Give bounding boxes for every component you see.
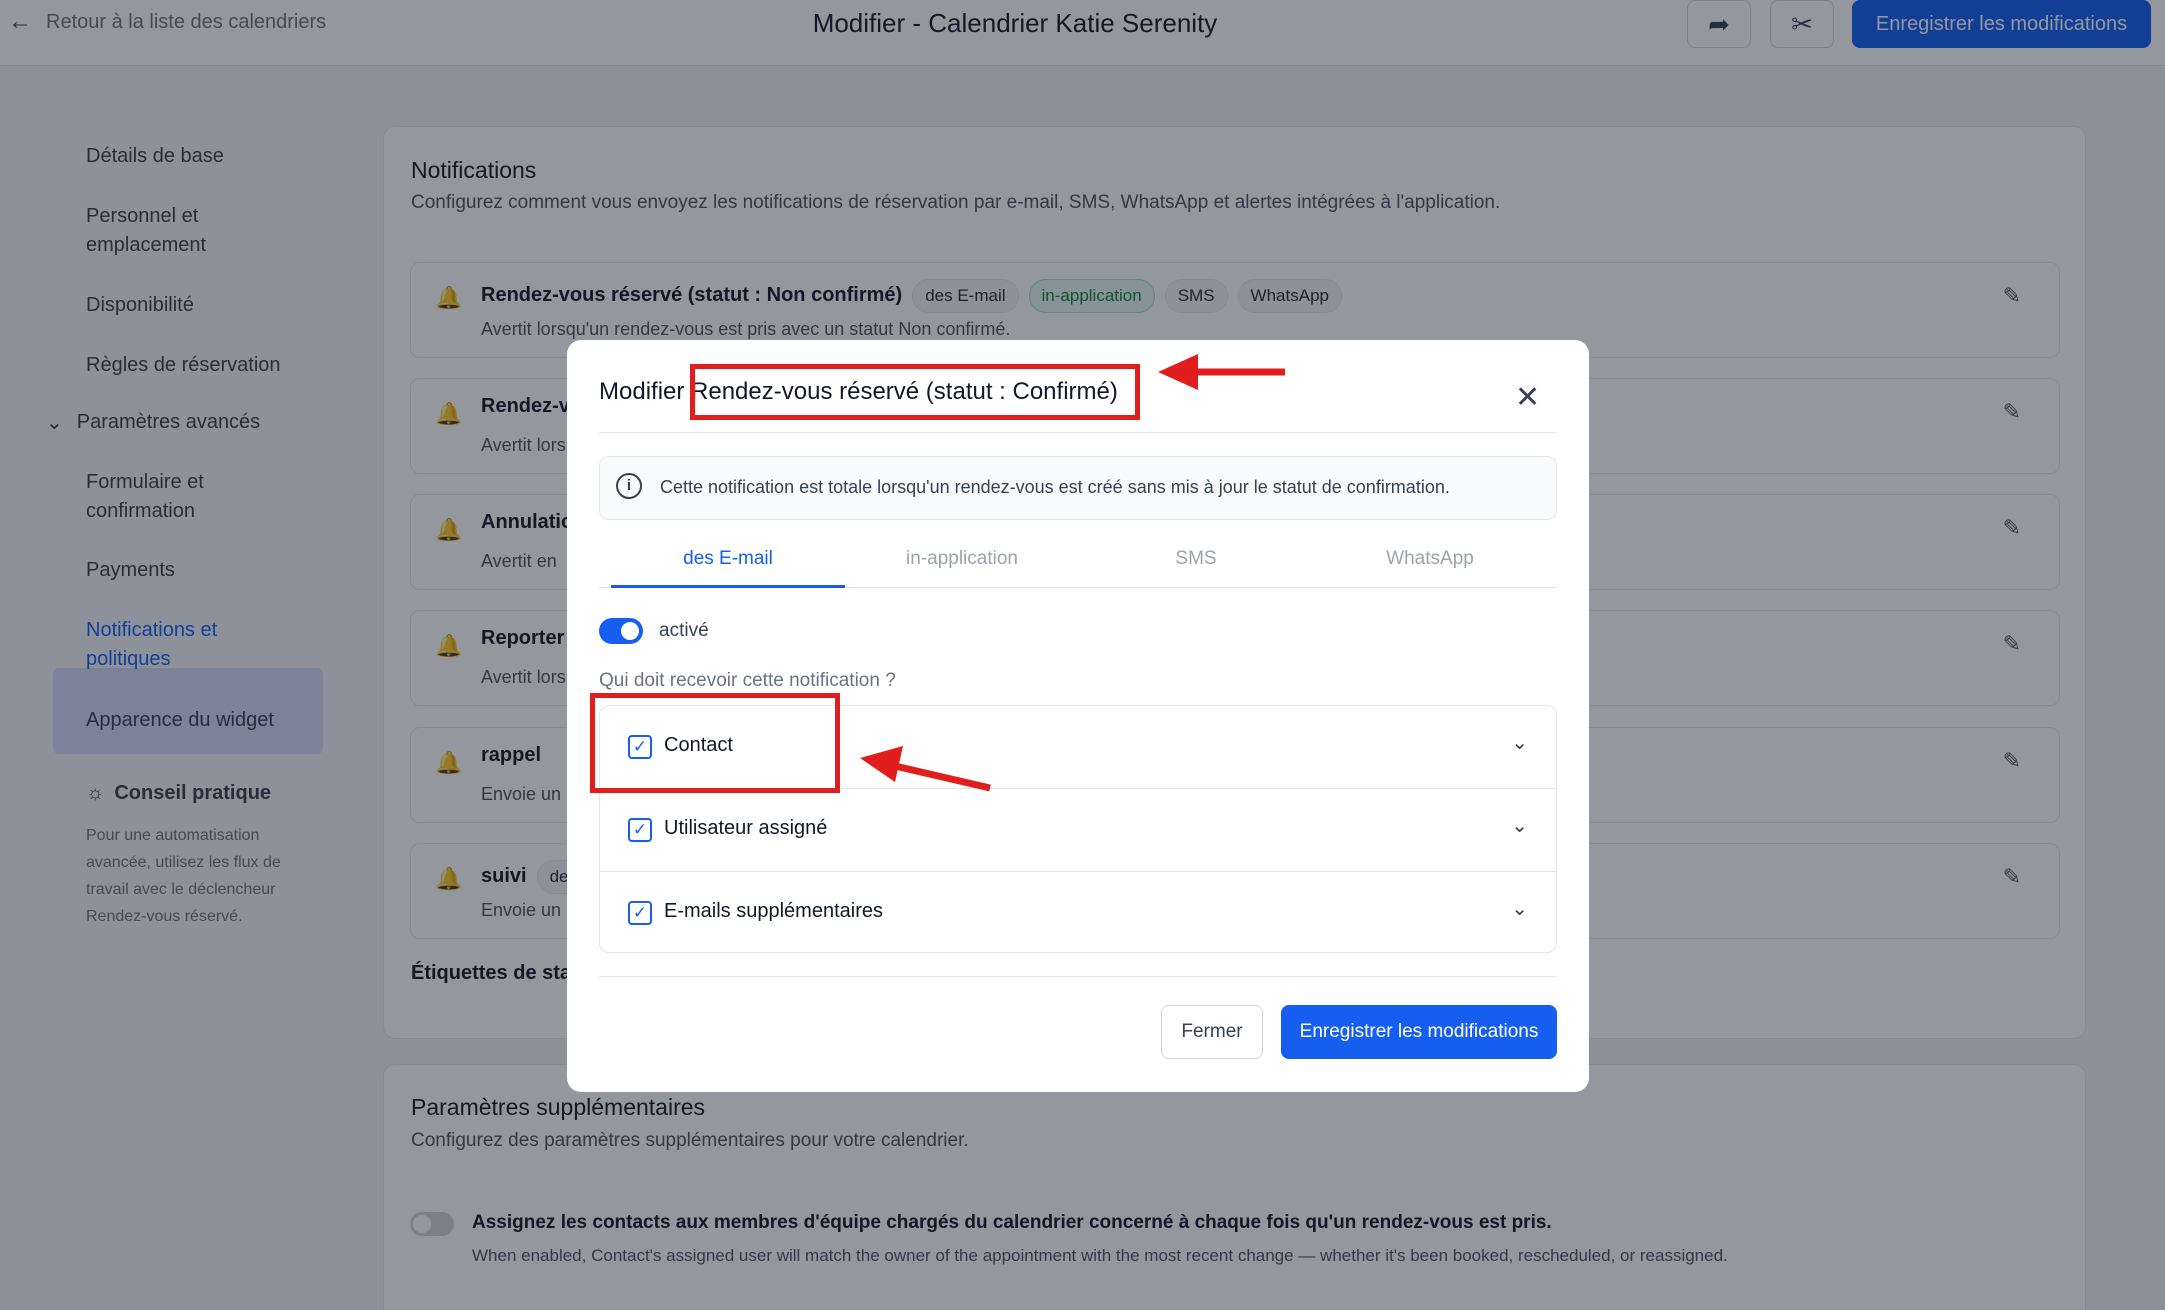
checkbox-assigned-user[interactable]: ✓: [628, 818, 652, 842]
enabled-label: activé: [659, 620, 709, 641]
toggle-knob: [621, 622, 639, 640]
annotation-box-title: [690, 364, 1140, 420]
recipient-label: E-mails supplémentaires: [664, 900, 883, 922]
recipients-question: Qui doit recevoir cette notification ?: [599, 670, 896, 691]
tab-sms[interactable]: SMS: [1079, 548, 1313, 570]
enabled-toggle[interactable]: [599, 618, 643, 644]
info-icon: i: [616, 473, 642, 499]
checkbox-extra-emails[interactable]: ✓: [628, 901, 652, 925]
chevron-down-icon[interactable]: ⌄: [1511, 896, 1528, 921]
modal-save-button[interactable]: Enregistrer les modifications: [1281, 1005, 1557, 1059]
recipient-row-extra-emails[interactable]: ✓ E-mails supplémentaires ⌄: [600, 872, 1556, 954]
divider: [599, 432, 1557, 433]
close-icon[interactable]: ✕: [1515, 380, 1540, 415]
active-tab-indicator: [611, 585, 845, 588]
footer-divider: [599, 976, 1557, 977]
recipient-label: Utilisateur assigné: [664, 817, 828, 839]
recipient-row-assigned-user[interactable]: ✓ Utilisateur assigné ⌄: [600, 789, 1556, 871]
tab-email[interactable]: des E-mail: [611, 548, 845, 570]
chevron-down-icon[interactable]: ⌄: [1511, 813, 1528, 838]
info-banner: i Cette notification est totale lorsqu'u…: [599, 456, 1557, 520]
modal-title-prefix: Modifier: [599, 378, 685, 405]
info-text: Cette notification est totale lorsqu'un …: [660, 477, 1450, 497]
chevron-down-icon[interactable]: ⌄: [1511, 730, 1528, 755]
annotation-box-contact: [590, 693, 840, 793]
tab-in-app[interactable]: in-application: [845, 548, 1079, 570]
close-button[interactable]: Fermer: [1161, 1005, 1263, 1059]
tab-whatsapp[interactable]: WhatsApp: [1313, 548, 1547, 570]
